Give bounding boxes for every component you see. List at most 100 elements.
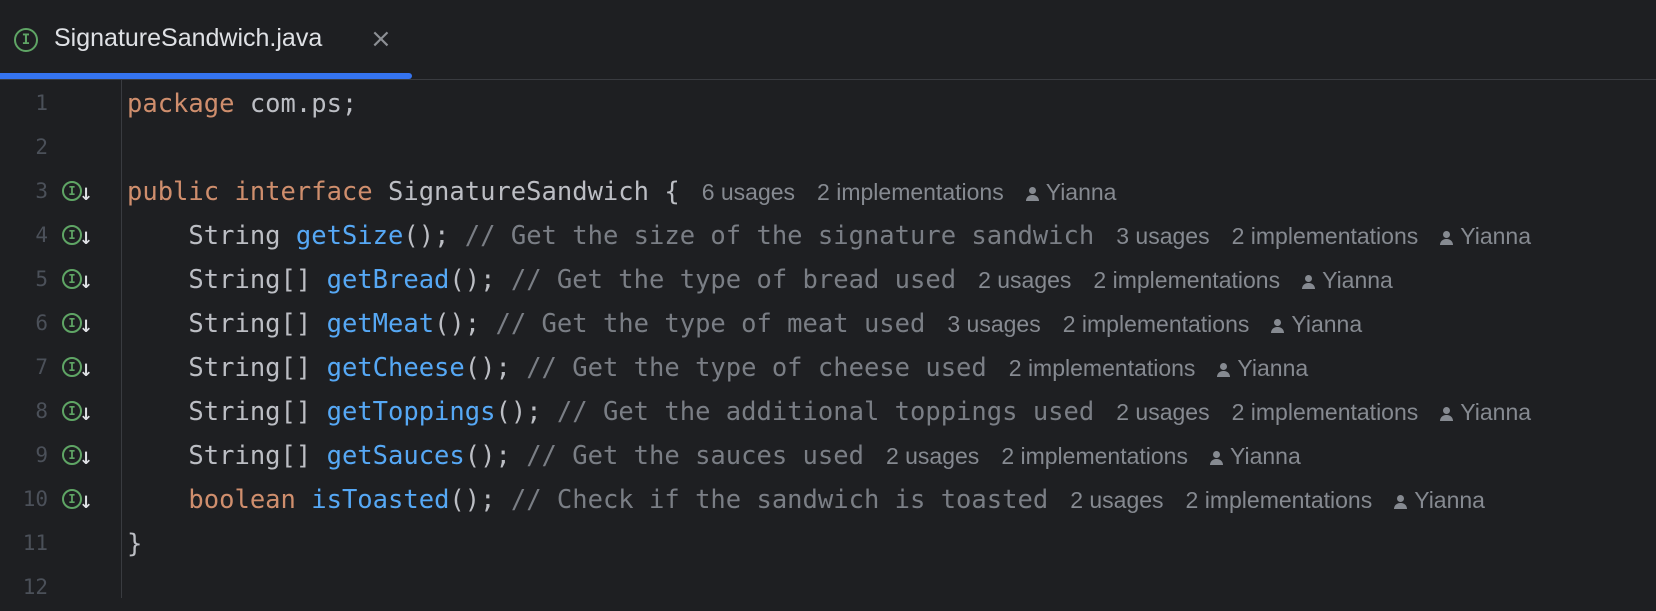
author-name: Yianna bbox=[1414, 487, 1485, 513]
arrow-down-icon: ↓ bbox=[79, 317, 94, 337]
code-text: String getSize(); // Get the size of the… bbox=[127, 219, 1531, 253]
author-hint[interactable]: Yianna bbox=[1394, 487, 1485, 513]
usages-hint[interactable]: 2 usages bbox=[1116, 399, 1209, 425]
comment: // Get the sauces used bbox=[526, 441, 864, 471]
comment: // Get the additional toppings used bbox=[556, 397, 1095, 427]
usages-hint[interactable]: 3 usages bbox=[947, 311, 1040, 337]
author-hint[interactable]: Yianna bbox=[1209, 443, 1301, 469]
code-token: (); bbox=[449, 265, 511, 295]
close-icon[interactable]: × bbox=[370, 24, 392, 54]
code-token: String[] bbox=[127, 265, 327, 295]
person-icon bbox=[1440, 231, 1454, 245]
code-token: String[] bbox=[127, 353, 327, 383]
code-token: com.ps; bbox=[234, 89, 358, 119]
interface-icon: I bbox=[14, 28, 38, 52]
keyword: boolean bbox=[188, 485, 296, 515]
implementations-hint[interactable]: 2 implementations bbox=[1093, 267, 1280, 293]
arrow-down-icon: ↓ bbox=[79, 361, 94, 381]
editor-tab-bar: I SignatureSandwich.java × bbox=[0, 0, 1656, 80]
arrow-down-icon: ↓ bbox=[79, 185, 94, 205]
implementations-hint[interactable]: 2 implementations bbox=[1232, 223, 1419, 249]
author-hint[interactable]: Yianna bbox=[1302, 267, 1393, 293]
author-hint[interactable]: Yianna bbox=[1440, 223, 1531, 249]
implementations-hint[interactable]: 2 implementations bbox=[1009, 355, 1196, 381]
person-icon bbox=[1025, 187, 1039, 201]
comment: // Get the type of cheese used bbox=[526, 353, 987, 383]
code-line[interactable]: 5 I ↓ String[] getBread(); // Get the type… bbox=[0, 259, 1656, 303]
usages-hint[interactable]: 3 usages bbox=[1116, 223, 1209, 249]
code-token: (); bbox=[449, 485, 511, 515]
code-line[interactable]: 12 bbox=[0, 567, 1656, 611]
person-icon bbox=[1440, 407, 1454, 421]
author-name: Yianna bbox=[1045, 179, 1117, 205]
author-name: Yianna bbox=[1237, 355, 1309, 381]
code-line[interactable]: 9 I ↓ String[] getSauces(); // Get the sau… bbox=[0, 435, 1656, 479]
comment: // Get the type of bread used bbox=[510, 265, 957, 295]
comment: // Get the size of the signature sandwic… bbox=[464, 221, 1095, 251]
person-icon bbox=[1217, 363, 1231, 377]
code-line[interactable]: 6 I ↓ String[] getMeat(); // Get the type … bbox=[0, 303, 1656, 347]
code-line[interactable]: 10 I ↓ boolean isToasted(); // Check if th… bbox=[0, 479, 1656, 523]
person-icon bbox=[1394, 495, 1408, 509]
code-line[interactable]: 8 I ↓ String[] getToppings(); // Get the a… bbox=[0, 391, 1656, 435]
line-number: 9 bbox=[35, 443, 48, 467]
author-name: Yianna bbox=[1229, 443, 1301, 469]
author-name: Yianna bbox=[1322, 267, 1393, 293]
person-icon bbox=[1302, 275, 1316, 289]
author-name: Yianna bbox=[1291, 311, 1363, 337]
code-text: } bbox=[127, 527, 142, 561]
code-token: String[] bbox=[127, 441, 327, 471]
code-text: String[] getCheese(); // Get the type of… bbox=[127, 351, 1308, 385]
implementations-hint[interactable]: 2 implementations bbox=[817, 179, 1004, 205]
implementations-hint[interactable]: 2 implementations bbox=[1063, 311, 1250, 337]
code-token: (); bbox=[495, 397, 557, 427]
code-text: String[] getToppings(); // Get the addit… bbox=[127, 395, 1531, 429]
usages-hint[interactable]: 2 usages bbox=[1070, 487, 1163, 513]
code-text: boolean isToasted(); // Check if the san… bbox=[127, 483, 1485, 517]
line-number: 4 bbox=[35, 223, 48, 247]
code-line[interactable]: 2 bbox=[0, 127, 1656, 171]
author-name: Yianna bbox=[1460, 223, 1532, 249]
person-icon bbox=[1271, 319, 1285, 333]
author-hint[interactable]: Yianna bbox=[1025, 179, 1117, 205]
code-line[interactable]: 11} bbox=[0, 523, 1656, 567]
code-text: public interface SignatureSandwich {6 us… bbox=[127, 175, 1116, 209]
implementations-hint[interactable]: 2 implementations bbox=[1232, 399, 1419, 425]
arrow-down-icon: ↓ bbox=[79, 493, 94, 513]
arrow-down-icon: ↓ bbox=[79, 229, 94, 249]
code-line[interactable]: 7 I ↓ String[] getCheese(); // Get the typ… bbox=[0, 347, 1656, 391]
arrow-down-icon: ↓ bbox=[79, 449, 94, 469]
line-number: 10 bbox=[22, 487, 48, 511]
author-hint[interactable]: Yianna bbox=[1440, 399, 1531, 425]
method-name: getBread bbox=[326, 265, 450, 295]
line-number: 1 bbox=[35, 91, 48, 115]
code-token: SignatureSandwich { bbox=[372, 177, 680, 207]
implementations-hint[interactable]: 2 implementations bbox=[1186, 487, 1373, 513]
comment: // Check if the sandwich is toasted bbox=[510, 485, 1049, 515]
code-line[interactable]: 4 I ↓ String getSize(); // Get the size of… bbox=[0, 215, 1656, 259]
method-name: getSize bbox=[295, 221, 404, 251]
keyword: package bbox=[127, 89, 235, 119]
code-text: package com.ps; bbox=[127, 87, 357, 121]
code-line[interactable]: 3 I ↓ public interface SignatureSandwich {6… bbox=[0, 171, 1656, 215]
tab-signature-sandwich[interactable]: I SignatureSandwich.java × bbox=[0, 0, 412, 80]
usages-hint[interactable]: 6 usages bbox=[702, 179, 795, 205]
code-token: (); bbox=[403, 221, 465, 251]
line-number: 11 bbox=[22, 531, 48, 555]
method-name: getMeat bbox=[326, 309, 435, 339]
usages-hint[interactable]: 2 usages bbox=[886, 443, 979, 469]
code-token: String[] bbox=[127, 397, 327, 427]
author-name: Yianna bbox=[1460, 399, 1532, 425]
author-hint[interactable]: Yianna bbox=[1217, 355, 1308, 381]
method-name: getCheese bbox=[326, 353, 465, 383]
line-number: 6 bbox=[35, 311, 48, 335]
implementations-hint[interactable]: 2 implementations bbox=[1001, 443, 1188, 469]
person-icon bbox=[1209, 451, 1223, 465]
usages-hint[interactable]: 2 usages bbox=[978, 267, 1071, 293]
author-hint[interactable]: Yianna bbox=[1271, 311, 1362, 337]
code-text: String[] getBread(); // Get the type of … bbox=[127, 263, 1393, 297]
comment: // Get the type of meat used bbox=[495, 309, 926, 339]
code-line[interactable]: 1 package com.ps; bbox=[0, 83, 1656, 127]
code-text: String[] getMeat(); // Get the type of m… bbox=[127, 307, 1362, 341]
line-number: 5 bbox=[35, 267, 48, 291]
